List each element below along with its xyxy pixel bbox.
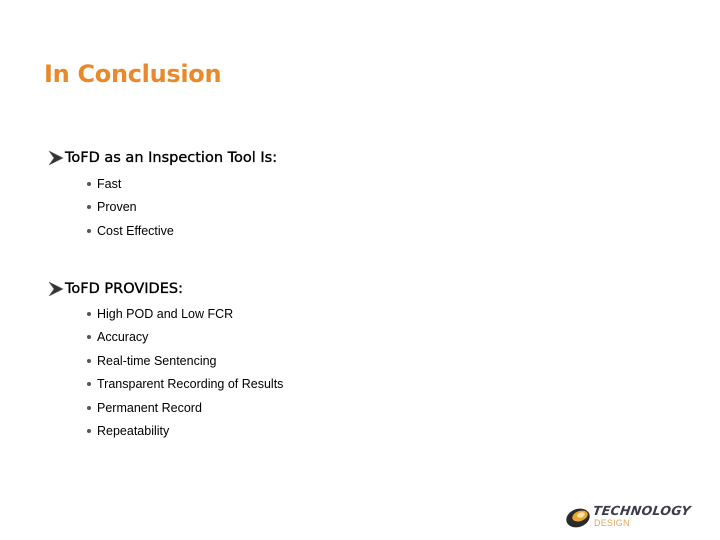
arrowhead-bullet-icon	[48, 281, 64, 297]
bullet-dot-icon	[87, 181, 91, 186]
section-heading: ToFD PROVIDES:	[48, 278, 183, 300]
bullet-dot-icon	[87, 311, 91, 316]
logo-subtitle: DESIGN	[594, 518, 630, 528]
section-inspection-tool: ToFD as an Inspection Tool Is: Fast Prov…	[48, 147, 277, 238]
arrowhead-bullet-icon	[48, 150, 64, 166]
section-heading-text: ToFD PROVIDES:	[65, 281, 183, 297]
disc-logo-icon	[566, 508, 590, 528]
company-logo: TECHNOLOGY DESIGN	[565, 501, 700, 531]
logo-name: TECHNOLOGY	[591, 503, 692, 518]
bullet-dot-icon	[87, 429, 91, 434]
section-provides: ToFD PROVIDES: High POD and Low FCR Accu…	[48, 278, 283, 438]
section-heading: ToFD as an Inspection Tool Is:	[48, 147, 277, 169]
bullet-dot-icon	[87, 405, 91, 410]
bullet-dot-icon	[87, 228, 91, 233]
section-heading-text: ToFD as an Inspection Tool Is:	[65, 150, 278, 166]
bullet-dot-icon	[87, 358, 91, 363]
bullet-dot-icon	[87, 382, 91, 387]
slide-title: In Conclusion	[44, 60, 222, 88]
bullet-dot-icon	[87, 205, 91, 210]
bullet-dot-icon	[87, 335, 91, 340]
